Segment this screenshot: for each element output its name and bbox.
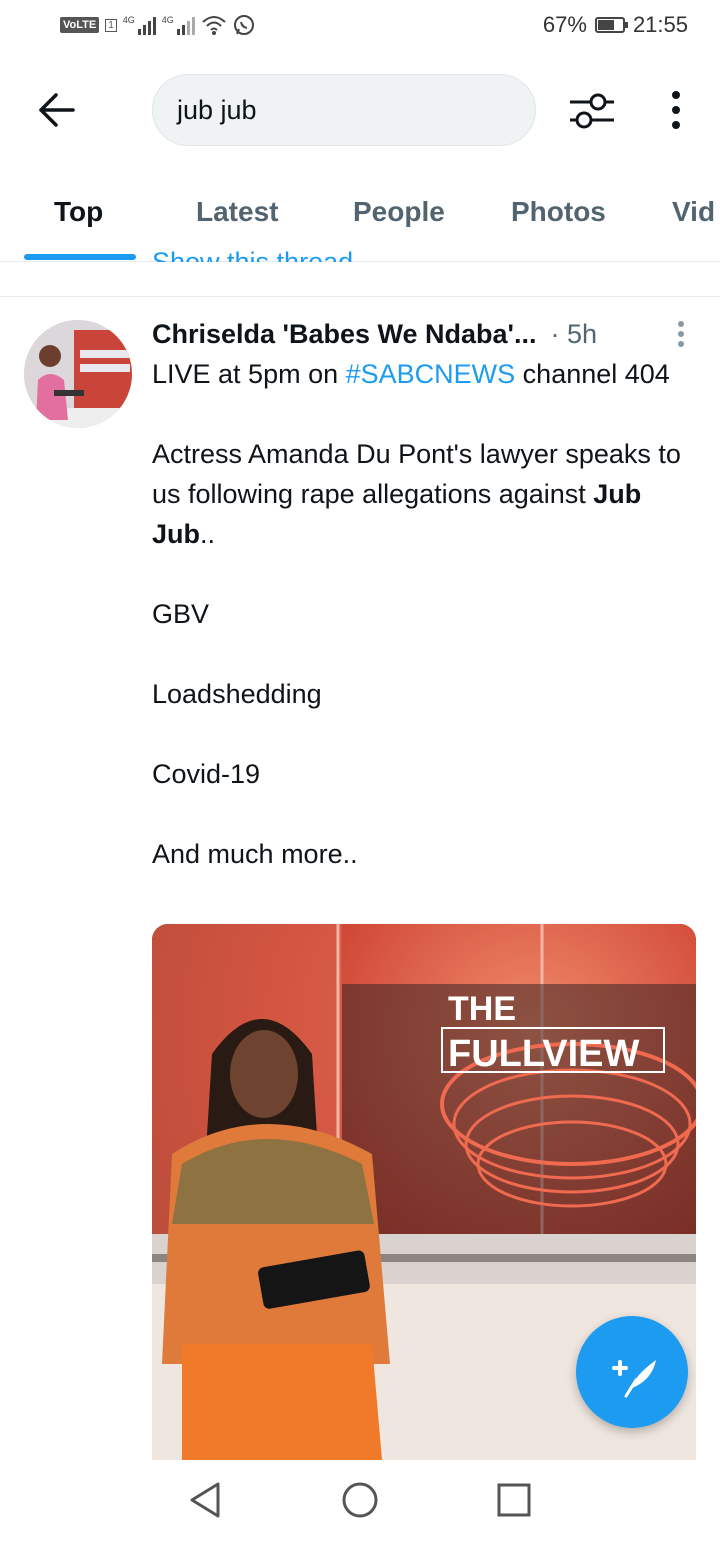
signal-icon-2: 4G <box>162 15 195 35</box>
avatar[interactable] <box>24 320 132 428</box>
tweet-paragraph-4: Loadshedding <box>152 679 322 709</box>
tweet-text-segment: LIVE at 5pm on <box>152 359 346 389</box>
tweet-text-segment: channel 404 <box>515 359 670 389</box>
show-thread-link[interactable]: Show this thread <box>152 236 353 262</box>
tweet-more-icon[interactable] <box>676 320 686 348</box>
nav-home-icon[interactable] <box>340 1480 380 1520</box>
signal-icon: 4G <box>123 15 156 35</box>
search-query: jub jub <box>177 94 257 125</box>
tab-latest[interactable]: Latest <box>196 196 278 228</box>
tweet-time: · 5h <box>550 318 598 349</box>
tab-videos[interactable]: Vid <box>672 196 715 228</box>
author-name[interactable]: Chriselda 'Babes We Ndaba'... <box>152 319 536 350</box>
status-bar: VoLTE 1 4G 4G 67% 21:55 <box>0 0 720 56</box>
tweet-header: Chriselda 'Babes We Ndaba'... · 5h <box>152 314 712 354</box>
compose-tweet-button[interactable] <box>576 1316 688 1428</box>
status-right: 67% 21:55 <box>543 12 688 38</box>
back-arrow-icon[interactable] <box>36 92 76 128</box>
image-caption-the: THE <box>448 990 516 1028</box>
active-tab-indicator <box>24 254 136 260</box>
volte-badge: VoLTE <box>60 17 100 33</box>
tweet-divider <box>0 296 720 297</box>
network-type-label-2: 4G <box>161 15 174 25</box>
tweet-paragraph-5: Covid-19 <box>152 759 261 789</box>
tab-photos[interactable]: Photos <box>511 196 606 228</box>
more-options-icon[interactable] <box>666 90 686 130</box>
nav-recents-icon[interactable] <box>494 1480 534 1520</box>
nav-back-icon[interactable] <box>186 1480 226 1520</box>
tweet-text-segment: .. <box>200 519 216 549</box>
hashtag-link[interactable]: #SABCNEWS <box>346 359 516 389</box>
tweet-line-1: LIVE at 5pm on #SABCNEWS channel 404 <box>152 354 692 394</box>
search-input[interactable]: jub jub <box>152 74 536 146</box>
network-type-label: 4G <box>122 15 135 25</box>
clock: 21:55 <box>632 12 688 37</box>
tweet-paragraph-2: Actress Amanda Du Pont's lawyer speaks t… <box>152 434 692 554</box>
tweet-paragraph-6: And much more.. <box>152 839 358 869</box>
tweet-text: LIVE at 5pm on #SABCNEWS channel 404 Act… <box>152 354 692 874</box>
tweet-paragraph-3: GBV <box>152 599 210 629</box>
tweet-time-value: 5h <box>566 318 598 349</box>
wifi-icon <box>202 16 226 35</box>
sim-indicator: 1 <box>105 18 117 32</box>
avatar-image <box>24 320 132 428</box>
battery-icon <box>594 17 628 33</box>
tab-people[interactable]: People <box>353 196 445 228</box>
status-left: VoLTE 1 4G 4G <box>60 14 255 36</box>
tab-top[interactable]: Top <box>54 196 103 228</box>
system-nav-bar <box>0 1460 720 1541</box>
filter-icon[interactable] <box>568 90 616 130</box>
image-caption-fullview: FULLVIEW <box>448 1033 640 1075</box>
search-header: jub jub <box>0 70 720 150</box>
battery-percent: 67% <box>542 12 587 37</box>
search-tabs: Top Latest People Photos Vid <box>0 178 720 262</box>
compose-feather-icon <box>612 1360 656 1398</box>
whatsapp-icon <box>233 15 254 35</box>
